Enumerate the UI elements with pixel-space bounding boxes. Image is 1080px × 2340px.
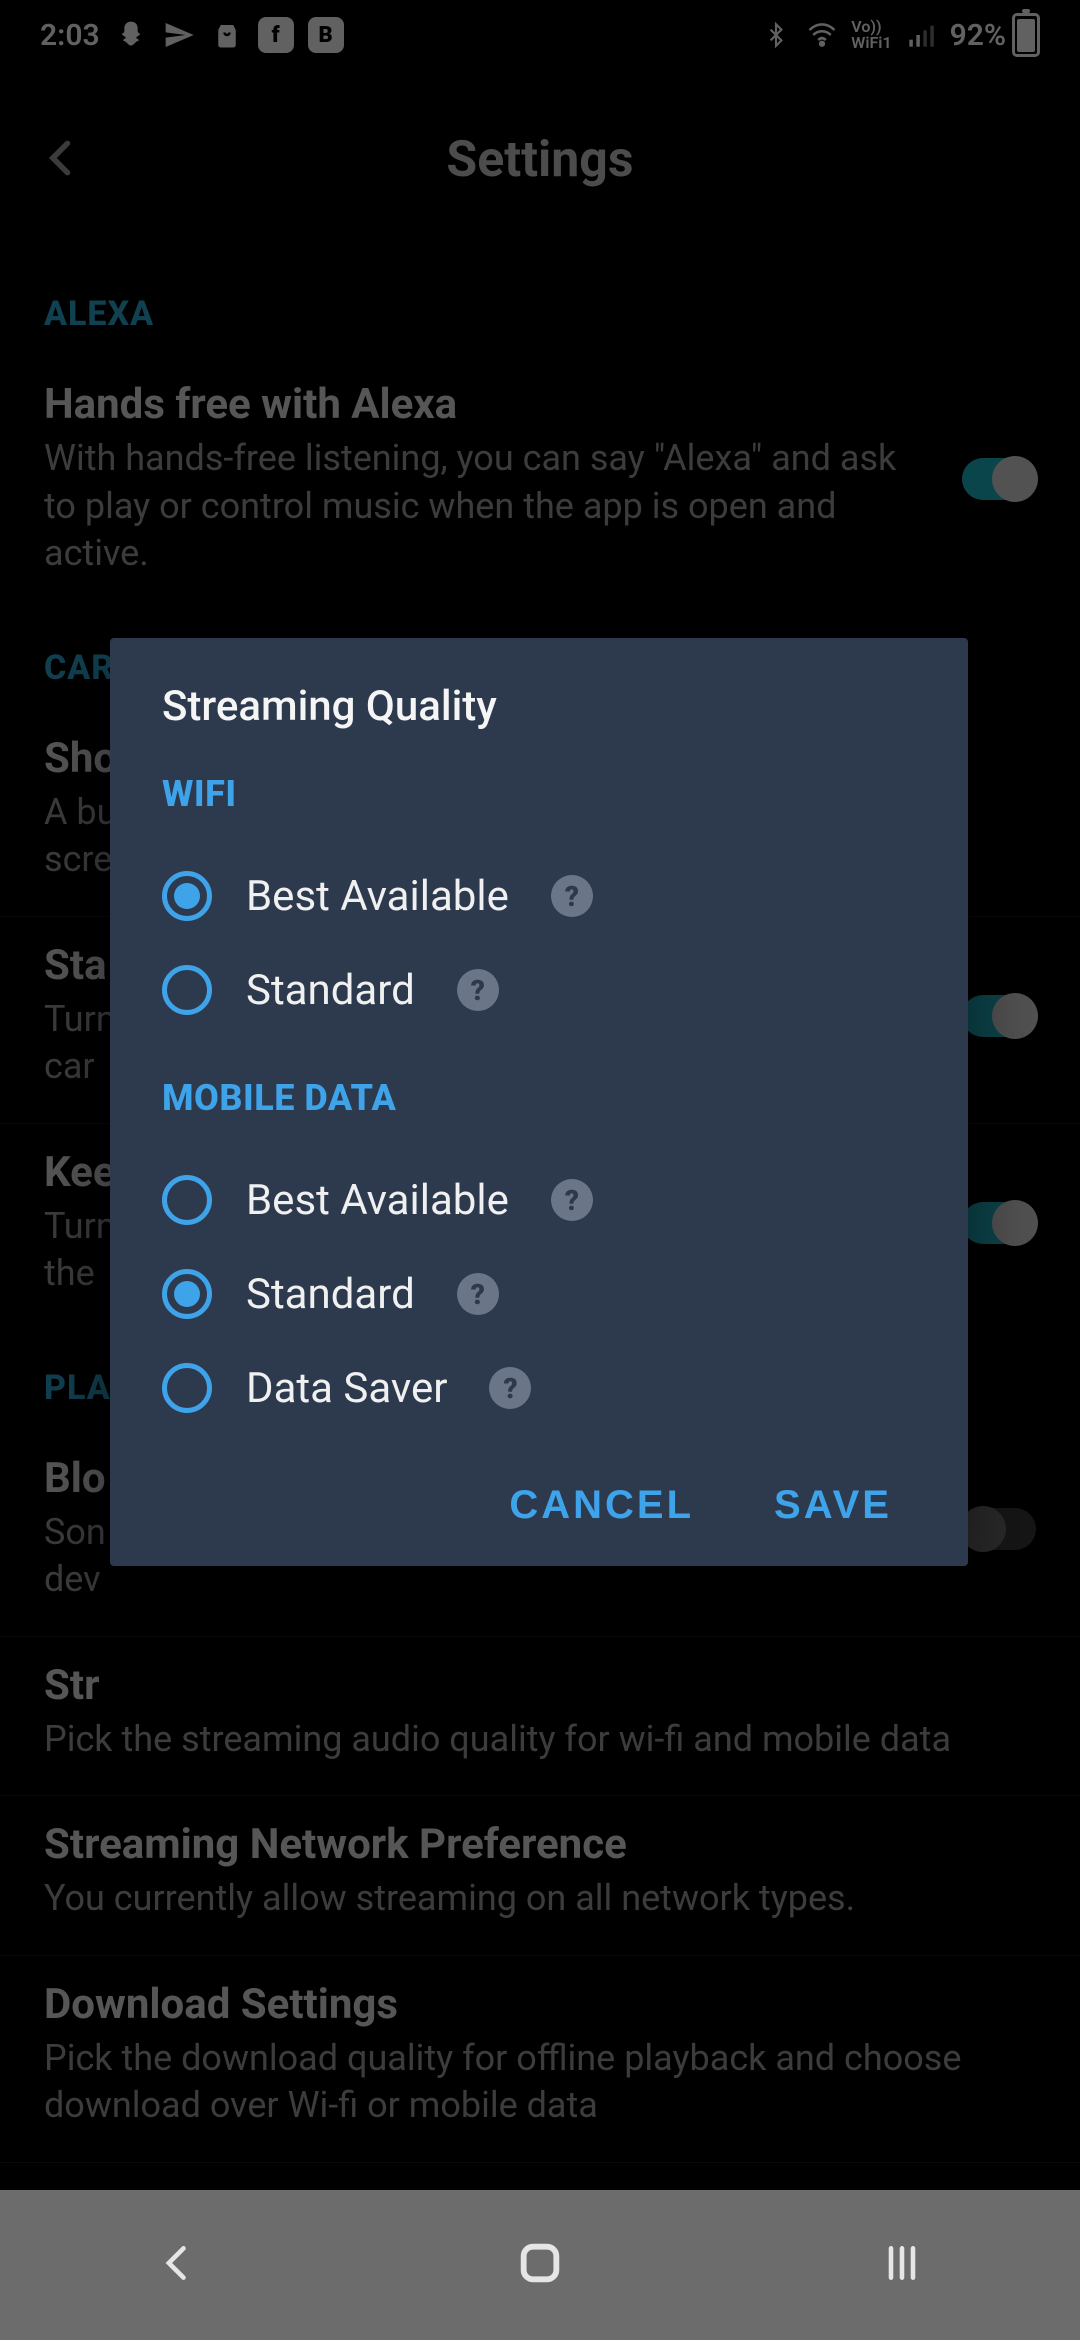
radio-icon: [162, 1363, 212, 1413]
help-icon[interactable]: ?: [551, 875, 593, 917]
option-wifi-standard[interactable]: Standard ?: [162, 943, 916, 1037]
nav-home-icon[interactable]: [512, 2235, 568, 2295]
option-mobile-datasaver[interactable]: Data Saver ?: [162, 1341, 916, 1435]
nav-back-icon[interactable]: [156, 2241, 200, 2289]
help-icon[interactable]: ?: [551, 1179, 593, 1221]
save-button[interactable]: SAVE: [774, 1483, 892, 1528]
option-mobile-best[interactable]: Best Available ?: [162, 1153, 916, 1247]
help-icon[interactable]: ?: [489, 1367, 531, 1409]
radio-icon: [162, 965, 212, 1015]
dialog-title: Streaming Quality: [162, 682, 916, 731]
radio-icon: [162, 871, 212, 921]
cancel-button[interactable]: CANCEL: [509, 1483, 694, 1528]
group-wifi-label: WIFI: [162, 773, 916, 815]
streaming-quality-dialog: Streaming Quality WIFI Best Available ? …: [110, 638, 968, 1566]
nav-recents-icon[interactable]: [880, 2241, 924, 2289]
radio-icon: [162, 1175, 212, 1225]
group-mobile-label: MOBILE DATA: [162, 1077, 916, 1119]
help-icon[interactable]: ?: [457, 969, 499, 1011]
system-nav-bar: [0, 2190, 1080, 2340]
option-wifi-best[interactable]: Best Available ?: [162, 849, 916, 943]
option-mobile-standard[interactable]: Standard ?: [162, 1247, 916, 1341]
help-icon[interactable]: ?: [457, 1273, 499, 1315]
radio-icon: [162, 1269, 212, 1319]
